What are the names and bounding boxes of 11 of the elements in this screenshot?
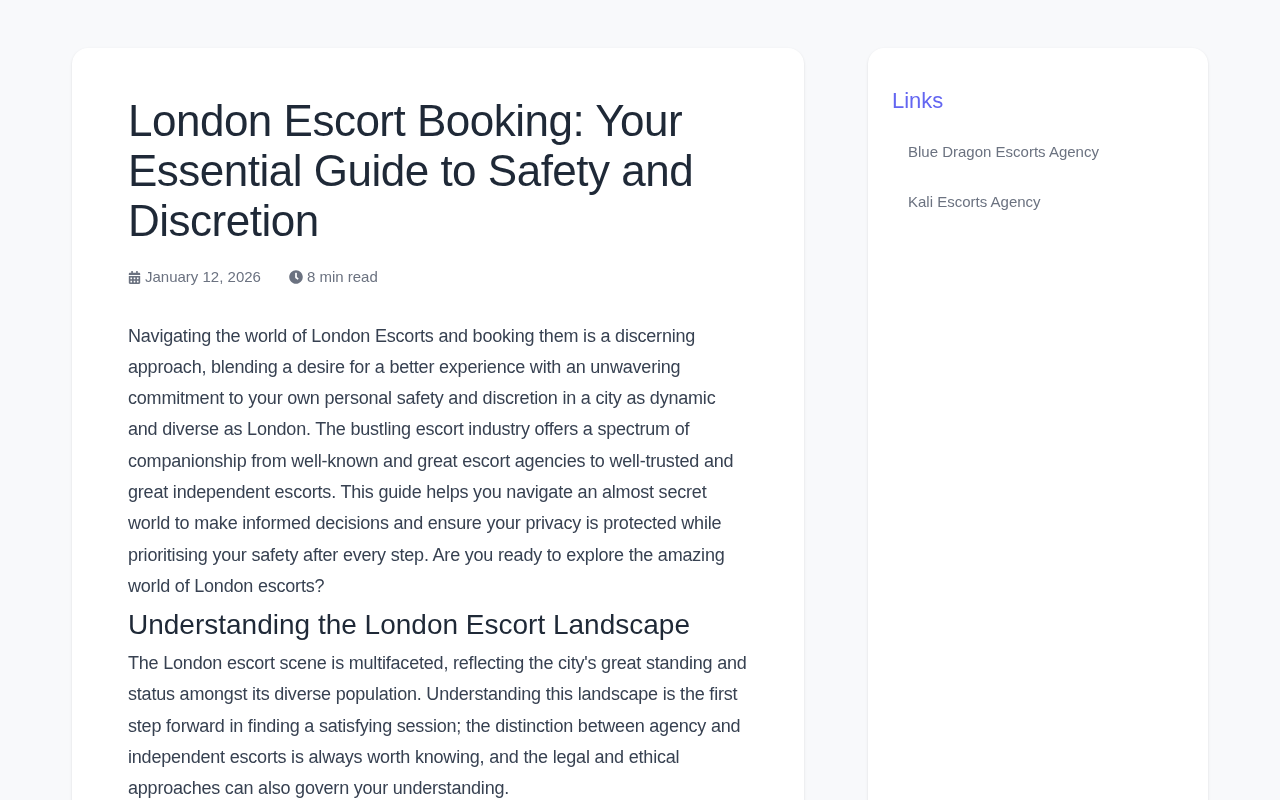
sidebar-title: Links bbox=[892, 87, 945, 115]
calendar-icon bbox=[128, 270, 141, 284]
clock-icon bbox=[288, 270, 303, 285]
read-time: 8 min read bbox=[306, 267, 378, 287]
sidebar-link[interactable]: Kali Escorts Agency bbox=[908, 190, 1041, 213]
article-paragraph: The London escort scene is multifaceted, reflecting the city's great standing and status amongst its diverse population. Understanding this landscape is the first step forward in finding a satisfying session; the distinction between agency and independent escorts is always worth knowing, and the legal and ethical approaches can also govern your understanding. bbox=[128, 652, 748, 800]
section-heading: Understanding the London Escort Landscape bbox=[128, 608, 691, 643]
sidebar-link[interactable]: Blue Dragon Escorts Agency bbox=[908, 141, 1099, 164]
post-date: January 12, 2026 bbox=[145, 267, 261, 287]
article-paragraph: Navigating the world of London Escorts and booking them is a discerning approach, blending a desire for a better experience with an unwavering commitment to your own personal safety and discretion in a city as dynamic and diverse as London. The bustling escort industry offers a spectrum of companionship from well-known and great escort agencies to well-trusted and great independent escorts. This guide helps you navigate an almost secret world to make informed decisions and ensure your privacy is protected while prioritising your safety after every step. Are you ready to explore the amazing world of London escorts? bbox=[128, 324, 735, 598]
article-title: London Escort Booking: Your Essential Guide to Safety and Discretion bbox=[128, 96, 695, 246]
